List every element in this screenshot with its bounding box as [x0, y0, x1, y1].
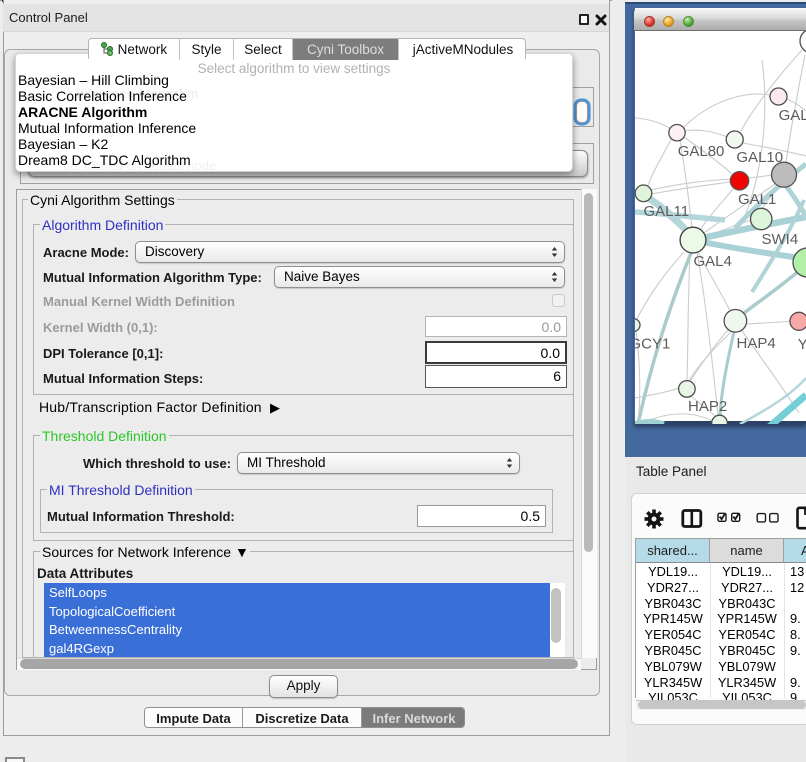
- svg-text:GAL11: GAL11: [644, 203, 690, 220]
- svg-text:GAL4: GAL4: [694, 253, 732, 270]
- svg-text:HAP4: HAP4: [737, 335, 776, 352]
- svg-text:YEL: YEL: [798, 336, 806, 353]
- svg-text:GAL7: GAL7: [779, 107, 806, 124]
- svg-text:SWI4: SWI4: [762, 231, 799, 248]
- svg-text:GCY1: GCY1: [635, 336, 670, 353]
- svg-text:GAL10: GAL10: [736, 149, 783, 166]
- svg-text:GAL80: GAL80: [678, 143, 725, 160]
- svg-text:GAL1: GAL1: [738, 191, 776, 208]
- svg-text:HAP2: HAP2: [688, 398, 727, 415]
